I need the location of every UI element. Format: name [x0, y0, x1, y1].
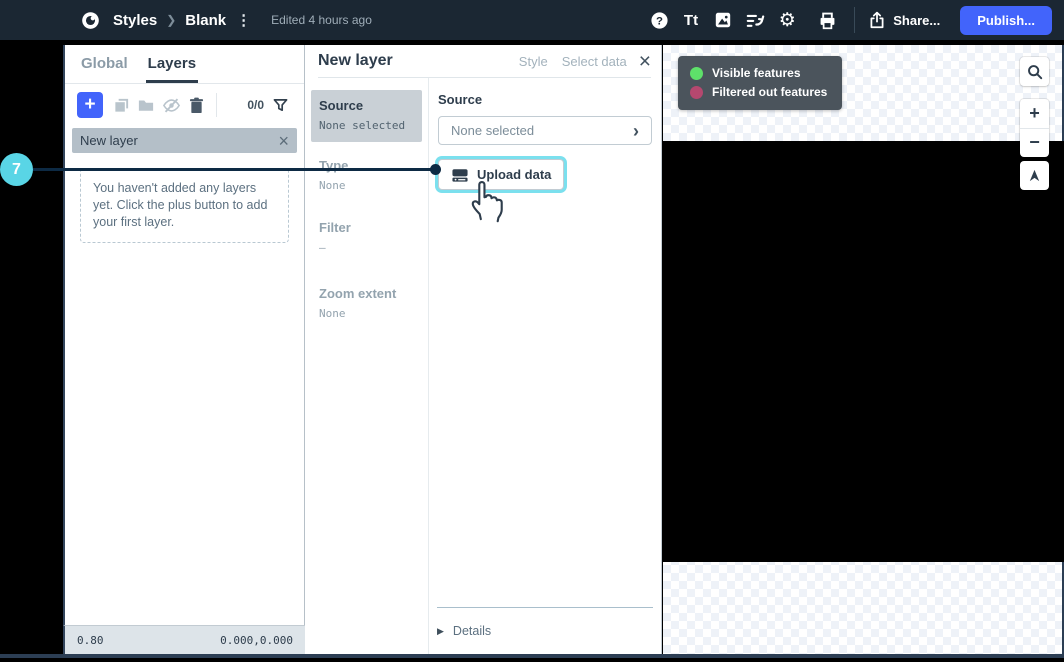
svg-text:Tt: Tt	[684, 12, 698, 29]
history-icon[interactable]	[740, 5, 770, 35]
coordinates-readout: 0.000,0.000	[220, 634, 293, 647]
layer-search-input[interactable]	[80, 133, 278, 148]
breadcrumb-separator-icon: ❯	[166, 13, 176, 27]
zoom-out-button[interactable]: −	[1020, 128, 1049, 158]
layer-editor-panel: New layer Style Select data × Source Non…	[305, 45, 662, 654]
delete-layer-trash-icon[interactable]	[184, 93, 208, 117]
layer-search-row: ×	[72, 128, 297, 153]
legend-swatch-visible	[690, 67, 703, 80]
empty-layers-message: You haven't added any layers yet. Click …	[80, 168, 289, 243]
zoom-level-readout: 0.80	[77, 634, 104, 647]
images-icon[interactable]	[708, 5, 738, 35]
close-editor-icon[interactable]: ×	[639, 51, 651, 72]
map-rendered-extent[interactable]	[663, 141, 1064, 562]
filter-layers-funnel-icon[interactable]	[268, 93, 292, 117]
help-icon[interactable]: ?	[644, 5, 674, 35]
legend-swatch-filtered	[690, 86, 703, 99]
details-divider	[437, 607, 653, 608]
map-legend: Visible features Filtered out features	[678, 56, 842, 110]
map-canvas[interactable]: Visible features Filtered out features +…	[663, 45, 1064, 654]
duplicate-layer-icon[interactable]	[109, 93, 133, 117]
chevron-right-icon: ›	[633, 122, 639, 140]
nav-item-type[interactable]: Type None	[311, 150, 422, 202]
map-status-footer: 0.80 0.000,0.000	[63, 625, 305, 654]
share-icon	[869, 11, 885, 29]
publish-button[interactable]: Publish...	[960, 6, 1052, 35]
details-toggle[interactable]: ▶ Details	[437, 624, 491, 638]
breadcrumb-styles[interactable]: Styles	[113, 12, 157, 29]
map-zoom-control: + −	[1020, 99, 1049, 157]
editor-nav: Source None selected Type None Filter — …	[305, 78, 429, 654]
source-dropdown-value: None selected	[451, 123, 633, 138]
edited-status: Edited 4 hours ago	[271, 13, 372, 27]
group-folder-icon[interactable]	[134, 93, 158, 117]
tab-global[interactable]: Global	[79, 53, 130, 83]
svg-text:?: ?	[656, 15, 663, 27]
tab-select-data[interactable]: Select data	[562, 54, 627, 69]
tab-layers[interactable]: Layers	[146, 53, 198, 83]
hide-layer-eye-off-icon[interactable]	[159, 93, 183, 117]
annotation-marker-7: 7	[0, 153, 33, 186]
layers-toolbar: + 0/0	[65, 84, 304, 126]
search-icon	[1027, 64, 1043, 80]
share-label: Share...	[893, 13, 940, 28]
source-section-label: Source	[438, 92, 652, 107]
annotation-endpoint-dot	[430, 164, 441, 175]
toolbar-divider	[216, 93, 217, 117]
upload-data-button[interactable]: Upload data	[438, 159, 564, 190]
settings-gear-icon[interactable]: ⚙	[772, 5, 802, 35]
clear-search-icon[interactable]: ×	[278, 132, 289, 150]
details-triangle-icon: ▶	[437, 626, 444, 637]
hard-drive-icon	[451, 167, 469, 183]
breadcrumb-style-name[interactable]: Blank	[185, 12, 226, 29]
fonts-icon[interactable]: Tt	[676, 5, 706, 35]
legend-item-filtered: Filtered out features	[690, 85, 827, 99]
add-layer-button[interactable]: +	[77, 92, 103, 118]
nav-item-filter[interactable]: Filter —	[311, 212, 422, 264]
layer-counter: 0/0	[247, 98, 264, 112]
layer-editor-title: New layer	[318, 52, 393, 70]
left-panel-tabs: Global Layers	[65, 45, 304, 84]
compass-north-icon	[1027, 168, 1042, 183]
print-icon[interactable]	[812, 5, 842, 35]
layer-editor-body: Source None selected Type None Filter — …	[305, 78, 661, 654]
topbar-actions: ? Tt ⚙ Share... Publish...	[642, 5, 1052, 35]
annotation-line	[33, 168, 433, 171]
nav-item-source[interactable]: Source None selected	[311, 90, 422, 142]
nav-item-zoom-extent[interactable]: Zoom extent None	[311, 278, 422, 330]
topbar-divider	[854, 7, 855, 33]
style-menu-kebab-icon[interactable]: ⋮	[236, 11, 251, 29]
map-search-button[interactable]	[1020, 57, 1049, 86]
zoom-in-button[interactable]: +	[1020, 99, 1049, 128]
tab-style[interactable]: Style	[519, 54, 548, 69]
layer-editor-header: New layer Style Select data ×	[318, 45, 651, 78]
window-bottom-border	[0, 654, 1064, 658]
compass-button[interactable]	[1020, 161, 1049, 190]
layer-editor-tabs: Style Select data	[519, 54, 627, 69]
mapbox-logo-icon	[75, 5, 105, 35]
source-section: Source None selected › Upload data ▶ Det…	[429, 78, 661, 654]
top-bar: Styles ❯ Blank ⋮ Edited 4 hours ago ? Tt…	[0, 0, 1064, 40]
layers-panel: Global Layers + 0/0 × You h	[63, 45, 305, 625]
upload-data-label: Upload data	[477, 167, 551, 182]
source-dropdown[interactable]: None selected ›	[438, 116, 652, 145]
legend-item-visible: Visible features	[690, 66, 827, 80]
share-button[interactable]: Share...	[869, 11, 940, 29]
